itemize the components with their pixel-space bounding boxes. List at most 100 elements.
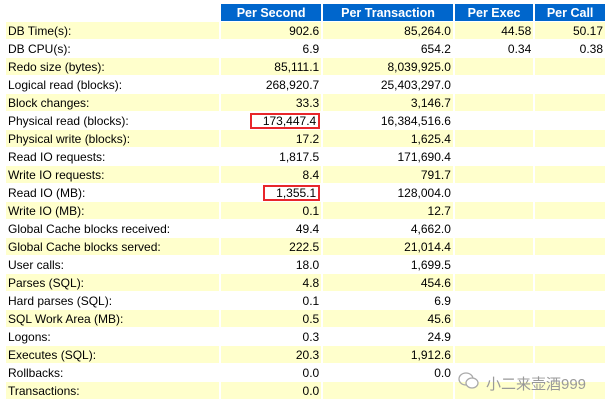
value-cell	[454, 202, 534, 219]
value-cell: 49.4	[220, 220, 322, 237]
value-cell	[535, 76, 605, 93]
table-row: DB Time(s): 902.6 85,264.0 44.58 50.17	[6, 22, 605, 39]
value-cell: 1,699.5	[323, 256, 453, 273]
value-cell: 454.6	[323, 274, 453, 291]
value-cell: 1,625.4	[323, 130, 453, 147]
value-cell	[535, 328, 605, 345]
watermark: 小二来壶酒999	[458, 371, 586, 395]
metric-label: Global Cache blocks served:	[6, 238, 219, 255]
value-cell: 3,146.7	[323, 94, 453, 111]
value-cell: 8.4	[220, 166, 322, 183]
table-row: Block changes: 33.3 3,146.7	[6, 94, 605, 111]
value-cell: 1,817.5	[220, 148, 322, 165]
value-cell: 16,384,516.6	[323, 112, 453, 129]
value-cell: 20.3	[220, 346, 322, 363]
value-cell: 4.8	[220, 274, 322, 291]
wechat-icon	[458, 371, 480, 395]
value-cell	[535, 166, 605, 183]
table-row: Write IO (MB): 0.1 12.7	[6, 202, 605, 219]
value-cell: 0.38	[535, 40, 605, 57]
table-row: DB CPU(s): 6.9 654.2 0.34 0.38	[6, 40, 605, 57]
metric-label: DB CPU(s):	[6, 40, 219, 57]
value-cell: 6.9	[220, 40, 322, 57]
value-cell: 25,403,297.0	[323, 76, 453, 93]
column-header: Per Call	[535, 4, 605, 21]
value-cell	[454, 220, 534, 237]
table-row: Global Cache blocks received: 49.4 4,662.0	[6, 220, 605, 237]
value-cell	[454, 130, 534, 147]
value-cell: 0.0	[220, 364, 322, 381]
header-row: Per Second Per Transaction Per Exec Per Cal…	[6, 4, 605, 21]
value-cell	[454, 58, 534, 75]
value-cell	[535, 346, 605, 363]
value-cell: 0.0	[323, 364, 453, 381]
value-cell	[535, 292, 605, 309]
table-row: Read IO (MB): 1,355.1 128,004.0	[6, 184, 605, 201]
metric-label: Logons:	[6, 328, 219, 345]
value-cell: 17.2	[220, 130, 322, 147]
value-cell: 50.17	[535, 22, 605, 39]
column-header: Per Second	[220, 4, 322, 21]
metric-label: SQL Work Area (MB):	[6, 310, 219, 327]
value-cell	[454, 76, 534, 93]
value-cell	[535, 202, 605, 219]
table-row: Redo size (bytes): 85,111.1 8,039,925.0	[6, 58, 605, 75]
column-header: Per Transaction	[323, 4, 453, 21]
value-cell: 24.9	[323, 328, 453, 345]
value-cell: 654.2	[323, 40, 453, 57]
table-row: Physical write (blocks): 17.2 1,625.4	[6, 130, 605, 147]
value-cell	[535, 220, 605, 237]
table-row: Logical read (blocks): 268,920.7 25,403,29…	[6, 76, 605, 93]
table-row: Read IO requests: 1,817.5 171,690.4	[6, 148, 605, 165]
value-cell: 0.34	[454, 40, 534, 57]
value-cell	[454, 256, 534, 273]
metric-label: Read IO (MB):	[6, 184, 219, 201]
table-row: Parses (SQL): 4.8 454.6	[6, 274, 605, 291]
value-cell	[454, 112, 534, 129]
value-cell: 171,690.4	[323, 148, 453, 165]
value-cell: 0.0	[220, 382, 322, 399]
value-cell	[535, 58, 605, 75]
value-cell: 0.3	[220, 328, 322, 345]
value-cell	[454, 310, 534, 327]
metric-label: Transactions:	[6, 382, 219, 399]
value-cell	[454, 94, 534, 111]
value-cell: 85,264.0	[323, 22, 453, 39]
highlight-box: 173,447.4	[249, 112, 321, 129]
value-cell: 173,447.4	[220, 112, 322, 129]
value-cell	[454, 238, 534, 255]
value-cell	[454, 346, 534, 363]
value-cell	[535, 112, 605, 129]
value-cell: 33.3	[220, 94, 322, 111]
value-cell: 791.7	[323, 166, 453, 183]
metric-label: Physical read (blocks):	[6, 112, 219, 129]
value-cell	[535, 94, 605, 111]
value-cell	[454, 274, 534, 291]
value-cell: 44.58	[454, 22, 534, 39]
value-cell: 268,920.7	[220, 76, 322, 93]
value-cell	[454, 166, 534, 183]
value-cell	[454, 328, 534, 345]
value-cell	[454, 148, 534, 165]
column-header: Per Exec	[454, 4, 534, 21]
value-cell: 0.5	[220, 310, 322, 327]
value-cell: 1,912.6	[323, 346, 453, 363]
value-cell	[535, 130, 605, 147]
value-cell	[535, 148, 605, 165]
metric-label: Write IO (MB):	[6, 202, 219, 219]
value-cell	[454, 292, 534, 309]
table-row: Global Cache blocks served: 222.5 21,014.4	[6, 238, 605, 255]
value-cell	[535, 274, 605, 291]
value-cell	[454, 184, 534, 201]
value-cell: 6.9	[323, 292, 453, 309]
metric-label: Global Cache blocks received:	[6, 220, 219, 237]
table-row: Logons: 0.3 24.9	[6, 328, 605, 345]
table-row: Write IO requests: 8.4 791.7	[6, 166, 605, 183]
value-cell: 45.6	[323, 310, 453, 327]
metric-label: Parses (SQL):	[6, 274, 219, 291]
metric-label: Hard parses (SQL):	[6, 292, 219, 309]
table-row: User calls: 18.0 1,699.5	[6, 256, 605, 273]
value-cell	[535, 310, 605, 327]
metric-label: Physical write (blocks):	[6, 130, 219, 147]
value-cell	[535, 184, 605, 201]
